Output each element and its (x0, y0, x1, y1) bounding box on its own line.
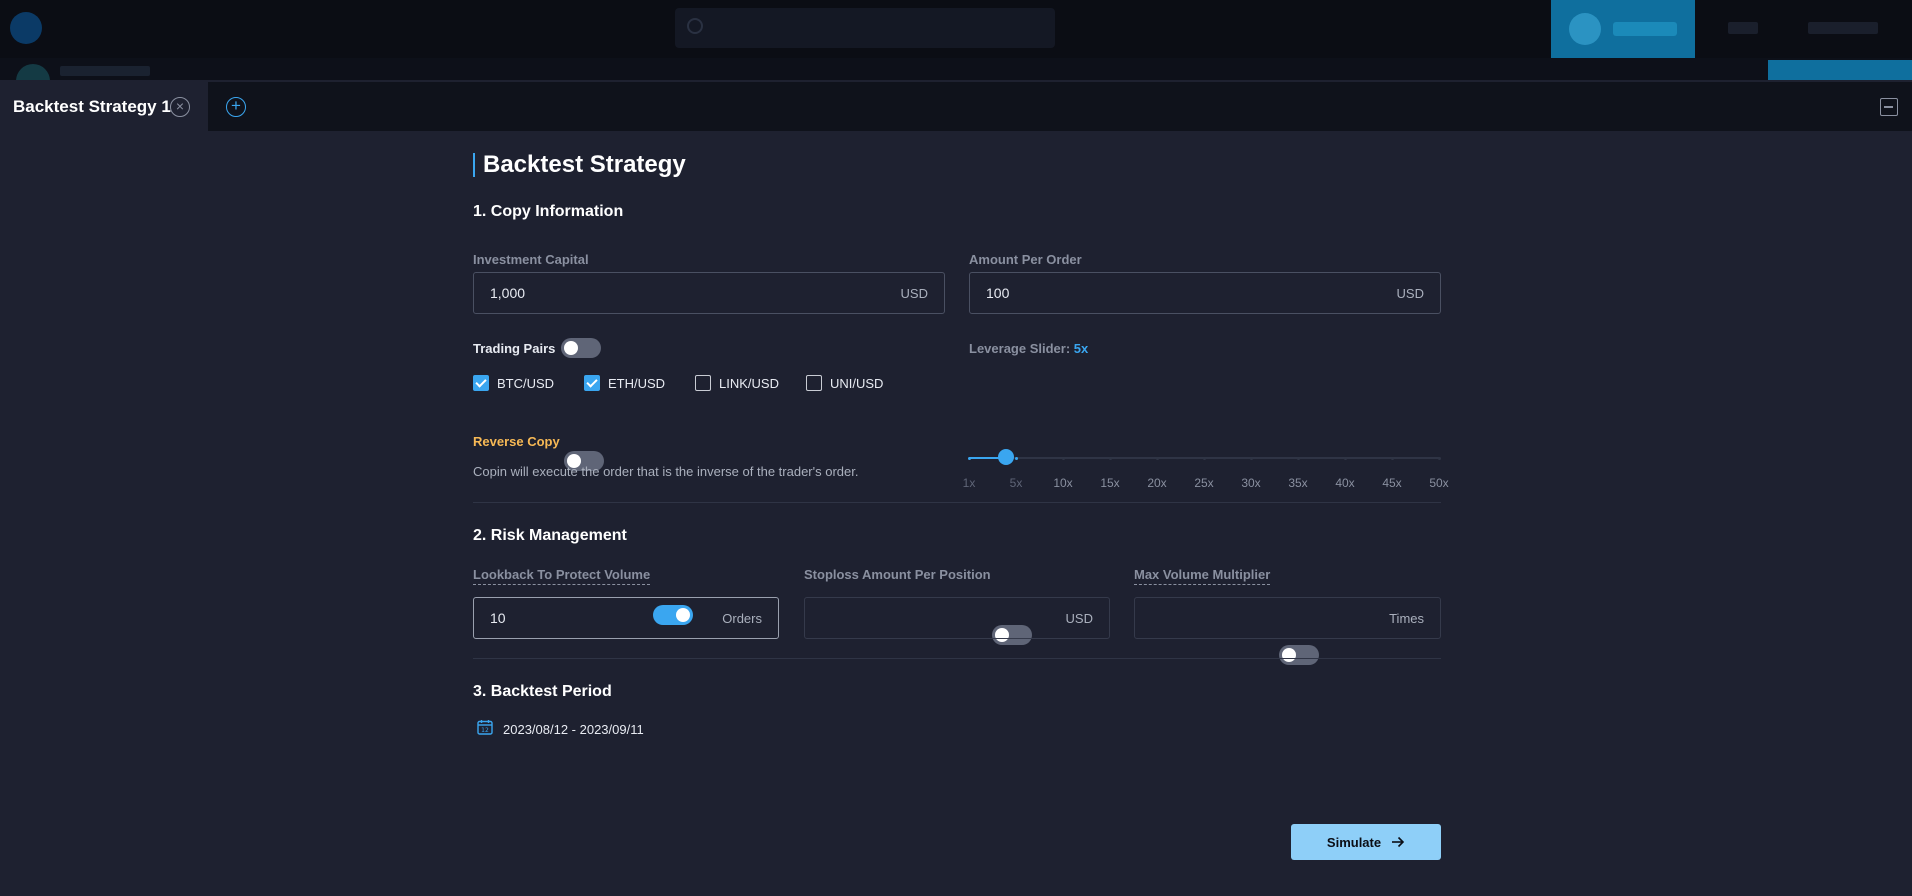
uni-usd-label: UNI/USD (830, 375, 884, 391)
reverse-copy-label: Reverse Copy (473, 434, 560, 449)
leverage-tick-mark (1155, 457, 1159, 460)
leverage-tick-label[interactable]: 1x (963, 476, 976, 490)
leverage-tick-mark (1343, 457, 1347, 460)
leverage-tick-label[interactable]: 10x (1053, 476, 1072, 490)
max-volume-label: Max Volume Multiplier (1134, 567, 1271, 585)
max-volume-input[interactable]: Times (1134, 597, 1441, 639)
trading-pairs-toggle[interactable] (561, 338, 601, 358)
link-usd-checkbox[interactable] (695, 375, 711, 391)
add-tab-icon[interactable]: + (226, 97, 246, 117)
tab-backtest-strategy-1[interactable]: Backtest Strategy 1 × (0, 82, 208, 131)
calendar-icon: 12 (477, 719, 493, 740)
telegram-icon (1569, 13, 1601, 45)
leverage-tick-label[interactable]: 5x (1010, 476, 1023, 490)
sub-header-dimmed (0, 58, 1912, 80)
section-divider (473, 658, 1441, 659)
stoploss-label: Stoploss Amount Per Position (804, 567, 991, 582)
leverage-tick-label[interactable]: 50x (1429, 476, 1448, 490)
investment-capital-value: 1,000 (490, 285, 526, 301)
leverage-value: 5x (1073, 341, 1089, 356)
leverage-tick-mark (1437, 457, 1441, 460)
max-volume-toggle[interactable] (1279, 645, 1319, 665)
leverage-tick-mark (1249, 457, 1253, 460)
svg-text:12: 12 (481, 727, 489, 734)
amount-per-order-label: Amount Per Order (969, 252, 1082, 267)
section-divider (473, 502, 1441, 503)
leverage-tick-mark (1014, 457, 1018, 460)
search-bar-dimmed (675, 8, 1055, 48)
leverage-label-text: Leverage Slider: (969, 341, 1071, 356)
search-icon (687, 18, 703, 34)
leverage-tick-label[interactable]: 35x (1288, 476, 1307, 490)
leverage-tick-label[interactable]: 25x (1194, 476, 1213, 490)
arrow-right-icon (1391, 836, 1405, 848)
eth-usd-checkbox[interactable] (584, 375, 600, 391)
promo-banner-dimmed (1551, 0, 1695, 58)
leverage-tick-mark (1390, 457, 1394, 460)
top-navigation-dimmed (0, 0, 1912, 80)
backtest-form: Backtest Strategy 1. Copy Information In… (473, 131, 1449, 860)
leverage-tick-label[interactable]: 45x (1382, 476, 1401, 490)
section-title-copy-information: 1. Copy Information (473, 203, 624, 220)
simulate-label: Simulate (1326, 834, 1382, 850)
leverage-tick-mark (967, 457, 971, 460)
lookback-label: Lookback To Protect Volume (473, 567, 651, 585)
tab-bar: Backtest Strategy 1 × + (0, 82, 1912, 131)
stoploss-input[interactable]: USD (804, 597, 1110, 639)
pair-link-usd[interactable]: LINK/USD (695, 375, 779, 391)
simulate-button[interactable]: Simulate (1291, 824, 1441, 860)
uni-usd-checkbox[interactable] (806, 375, 822, 391)
leverage-slider-label: Leverage Slider: 5x (969, 341, 1088, 356)
date-range-picker[interactable]: 12 2023/08/12 - 2023/09/11 (477, 719, 644, 740)
trading-pairs-label: Trading Pairs (473, 341, 556, 356)
section-title-backtest-period: 3. Backtest Period (473, 683, 612, 700)
amount-per-order-input[interactable]: 100 USD (969, 272, 1441, 314)
nav-item-dimmed (1728, 22, 1758, 34)
date-range-value: 2023/08/12 - 2023/09/11 (503, 722, 644, 737)
leverage-tick-label[interactable]: 20x (1147, 476, 1166, 490)
stoploss-unit: USD (1065, 610, 1093, 626)
pair-eth-usd[interactable]: ETH/USD (584, 375, 665, 391)
link-usd-label: LINK/USD (719, 375, 779, 391)
max-volume-unit: Times (1389, 610, 1424, 626)
page-title: Backtest Strategy (473, 153, 686, 177)
leverage-tick-label[interactable]: 30x (1241, 476, 1260, 490)
leverage-tick-mark (1296, 457, 1300, 460)
leverage-tick-label[interactable]: 40x (1335, 476, 1354, 490)
eth-usd-label: ETH/USD (608, 375, 666, 391)
trader-name-dimmed (60, 66, 150, 76)
investment-capital-label: Investment Capital (473, 252, 589, 267)
leverage-slider-handle[interactable] (998, 449, 1014, 465)
amount-per-order-value: 100 (986, 285, 1010, 301)
close-tab-icon[interactable]: × (170, 97, 190, 117)
lookback-input[interactable]: 10 Orders (473, 597, 779, 639)
leverage-tick-mark (1202, 457, 1206, 460)
tab-label: Backtest Strategy 1 (13, 96, 171, 116)
investment-capital-unit: USD (900, 285, 928, 301)
leverage-tick-mark (1108, 457, 1112, 460)
wallet-selector-dimmed (1808, 22, 1878, 34)
amount-per-order-unit: USD (1396, 285, 1424, 301)
leverage-tick-mark (1061, 457, 1065, 460)
section-title-risk-management: 2. Risk Management (473, 527, 627, 544)
btc-usd-label: BTC/USD (497, 375, 555, 391)
backtest-modal: Backtest Strategy 1 × + Backtest Strateg… (0, 82, 1912, 896)
pair-btc-usd[interactable]: BTC/USD (473, 375, 554, 391)
leverage-tick-label[interactable]: 15x (1100, 476, 1119, 490)
lookback-value: 10 (490, 610, 506, 626)
lookback-unit: Orders (722, 610, 762, 626)
pair-uni-usd[interactable]: UNI/USD (806, 375, 883, 391)
investment-capital-input[interactable]: 1,000 USD (473, 272, 945, 314)
logo-icon (10, 12, 42, 44)
action-button-dimmed (1768, 60, 1912, 80)
reverse-copy-description: Copin will execute the order that is the… (473, 464, 859, 479)
btc-usd-checkbox[interactable] (473, 375, 489, 391)
minimize-icon[interactable] (1880, 98, 1898, 116)
